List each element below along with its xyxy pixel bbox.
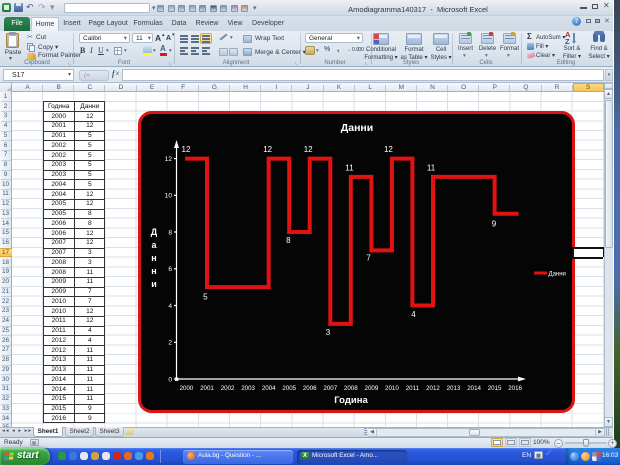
svg-text:2006: 2006 (303, 385, 317, 392)
svg-text:9: 9 (492, 220, 497, 229)
svg-text:12: 12 (263, 145, 272, 154)
svg-text:12: 12 (304, 145, 313, 154)
svg-text:2012: 2012 (426, 385, 440, 392)
svg-text:Данни: Данни (549, 271, 566, 277)
svg-text:и: и (151, 279, 157, 289)
svg-text:2015: 2015 (488, 385, 502, 392)
svg-text:8: 8 (168, 229, 172, 236)
svg-text:3: 3 (326, 328, 331, 337)
svg-text:Данни: Данни (341, 122, 373, 134)
svg-text:4: 4 (168, 303, 172, 310)
svg-text:8: 8 (286, 236, 291, 245)
svg-text:2001: 2001 (200, 385, 214, 392)
svg-text:12: 12 (165, 156, 173, 163)
svg-text:2010: 2010 (385, 385, 399, 392)
svg-text:2000: 2000 (180, 385, 194, 392)
svg-text:2004: 2004 (262, 385, 276, 392)
svg-text:2011: 2011 (406, 385, 420, 392)
svg-text:11: 11 (427, 164, 436, 173)
svg-text:12: 12 (182, 145, 191, 154)
svg-text:10: 10 (165, 193, 173, 200)
svg-text:4: 4 (411, 310, 416, 319)
svg-text:Година: Година (334, 395, 368, 406)
svg-text:Д: Д (151, 227, 158, 237)
svg-text:2008: 2008 (344, 385, 358, 392)
svg-text:2002: 2002 (221, 385, 235, 392)
svg-text:2: 2 (168, 340, 172, 347)
svg-text:5: 5 (203, 293, 208, 302)
svg-text:2005: 2005 (282, 385, 296, 392)
svg-text:2014: 2014 (467, 385, 481, 392)
svg-text:6: 6 (168, 266, 172, 273)
svg-text:н: н (151, 266, 156, 276)
svg-text:н: н (151, 253, 156, 263)
svg-text:11: 11 (345, 164, 354, 173)
svg-text:12: 12 (384, 145, 393, 154)
svg-text:2009: 2009 (365, 385, 379, 392)
svg-text:7: 7 (366, 254, 371, 263)
svg-text:0: 0 (168, 376, 172, 383)
svg-text:2013: 2013 (447, 385, 461, 392)
svg-text:2003: 2003 (241, 385, 255, 392)
svg-text:2016: 2016 (508, 385, 522, 392)
svg-text:2007: 2007 (323, 385, 337, 392)
